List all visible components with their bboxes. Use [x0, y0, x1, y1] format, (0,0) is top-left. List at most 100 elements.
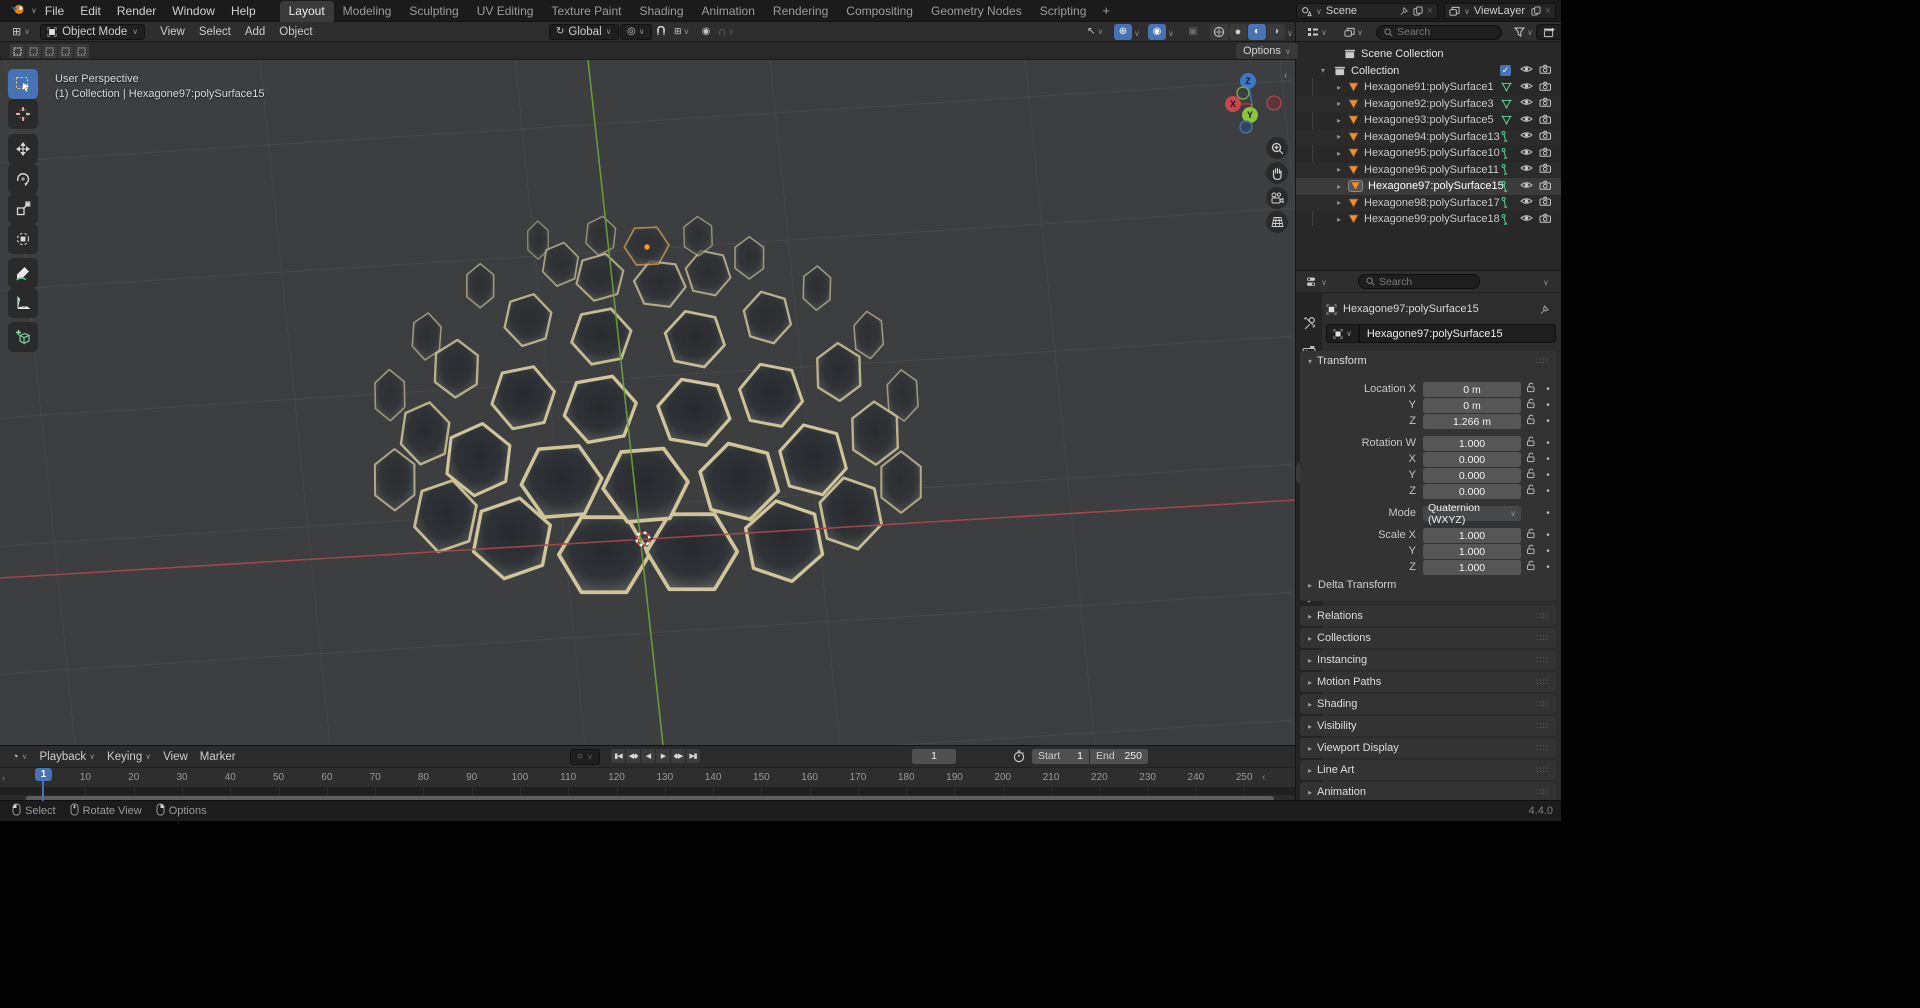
menu-window[interactable]: Window	[164, 0, 223, 22]
jump-to-start-button[interactable]: ▮◀	[611, 749, 625, 763]
outliner-search-input[interactable]: Search	[1376, 25, 1502, 40]
viewport-menu-select[interactable]: Select	[192, 26, 238, 38]
lock-icon[interactable]	[1526, 528, 1536, 542]
shading-dropdown[interactable]: ∨	[1287, 29, 1293, 38]
lock-icon[interactable]	[1526, 414, 1536, 428]
panel-collections[interactable]: ▸Collections ::::	[1300, 628, 1556, 648]
navigation-gizmo[interactable]: Z X Y	[1222, 66, 1286, 134]
disable-render-camera-icon[interactable]	[1539, 114, 1552, 127]
lock-icon[interactable]	[1526, 484, 1536, 498]
animate-dot[interactable]: •	[1543, 398, 1553, 413]
object-id-icon-button[interactable]: ∨	[1326, 324, 1359, 343]
show-overlays-toggle[interactable]: ◉	[1148, 24, 1166, 40]
disable-render-camera-icon[interactable]	[1539, 163, 1552, 176]
workspace-tab-shading[interactable]: Shading	[630, 1, 692, 22]
sidebar-collapse-arrow[interactable]: ‹	[1284, 70, 1287, 81]
panel-relations[interactable]: ▸Relations ::::	[1300, 606, 1556, 626]
outliner-filter-funnel-dropdown[interactable]: ∨	[1508, 24, 1539, 40]
panel-shading[interactable]: ▸Shading ::::	[1300, 694, 1556, 714]
play-button[interactable]: ▶	[656, 749, 670, 763]
animate-dot[interactable]: •	[1543, 544, 1553, 559]
animate-dot[interactable]: •	[1543, 382, 1553, 397]
properties-collapse-chevron[interactable]: ∨	[1543, 278, 1549, 287]
collapse-chevron-icon[interactable]: ▾	[1318, 66, 1328, 75]
mode-dropdown[interactable]: Object Mode∨	[40, 24, 145, 40]
transform-value-field[interactable]: 1.266 m	[1423, 414, 1521, 429]
workspace-tab-animation[interactable]: Animation	[693, 1, 764, 22]
transform-value-field[interactable]: 1.000	[1423, 528, 1521, 543]
transform-value-field[interactable]: 1.000	[1423, 544, 1521, 559]
select-mode-0[interactable]	[10, 44, 25, 58]
select-mode-2[interactable]	[42, 44, 57, 58]
viewport-options-button[interactable]: Options∨	[1236, 43, 1298, 59]
expand-chevron-icon[interactable]: ▸	[1334, 83, 1344, 92]
lock-icon[interactable]	[1526, 436, 1536, 450]
panel-drag-handle[interactable]: ::::	[1536, 611, 1549, 620]
transform-panel-header[interactable]: ▾ Transform	[1300, 351, 1556, 371]
jump-to-end-button[interactable]: ▶▮	[686, 749, 700, 763]
expand-chevron-icon[interactable]: ▸	[1334, 215, 1344, 224]
expand-chevron-icon[interactable]: ▸	[1334, 132, 1344, 141]
hide-eye-icon[interactable]	[1520, 114, 1533, 127]
lock-icon[interactable]	[1526, 560, 1536, 574]
pin-icon[interactable]	[1399, 6, 1409, 16]
workspace-tab-texture-paint[interactable]: Texture Paint	[542, 1, 630, 22]
object-name-input[interactable]: Hexagone97:polySurface15	[1359, 324, 1556, 343]
auto-keying-toggle[interactable]: ○∨	[570, 749, 600, 765]
tool-rotate[interactable]	[8, 164, 38, 194]
outliner-item[interactable]: ▸ Hexagone97:polySurface15	[1296, 178, 1561, 195]
disable-render-camera-icon[interactable]	[1539, 180, 1552, 193]
add-workspace-button[interactable]: +	[1095, 3, 1117, 18]
collection-row[interactable]: ▾ Collection ✓	[1296, 63, 1561, 80]
overlays-dropdown[interactable]: ∨	[1168, 29, 1174, 38]
timeline-menu-keying[interactable]: Keying∨	[101, 749, 157, 765]
menu-edit[interactable]: Edit	[72, 0, 109, 22]
panel-drag-handle[interactable]: ::::	[1536, 787, 1549, 796]
animate-dot[interactable]: •	[1543, 436, 1553, 451]
panel-drag-handle[interactable]: ::::	[1536, 743, 1549, 752]
disable-render-camera-icon[interactable]	[1539, 130, 1552, 143]
rotation-mode-dropdown[interactable]: Quaternion (WXYZ)∨	[1423, 506, 1521, 521]
tool-measure[interactable]	[8, 288, 38, 318]
select-mode-3[interactable]	[58, 44, 73, 58]
workspace-tab-geometry-nodes[interactable]: Geometry Nodes	[922, 1, 1031, 22]
properties-search-input[interactable]: Search	[1358, 274, 1480, 289]
transform-value-field[interactable]: 0 m	[1423, 382, 1521, 397]
blender-logo-icon[interactable]	[0, 2, 31, 20]
shading-material-preview-button[interactable]: ◐	[1248, 24, 1266, 40]
tool-cursor[interactable]	[8, 99, 38, 129]
hide-eye-icon[interactable]	[1520, 97, 1533, 110]
panel-motion-paths[interactable]: ▸Motion Paths ::::	[1300, 672, 1556, 692]
new-viewlayer-icon[interactable]	[1531, 6, 1541, 16]
animate-dot[interactable]: •	[1543, 468, 1553, 483]
panel-drag-handle[interactable]: ::::	[1536, 633, 1549, 642]
toggle-perspective-button[interactable]	[1266, 211, 1288, 233]
transform-value-field[interactable]: 0.000	[1423, 468, 1521, 483]
viewport-menu-object[interactable]: Object	[272, 26, 319, 38]
disable-render-camera-icon[interactable]	[1539, 81, 1552, 94]
hide-eye-icon[interactable]	[1520, 180, 1533, 193]
timeline-ruler[interactable]: › 10203040506070809010011012013014015016…	[0, 767, 1295, 787]
collection-checkbox[interactable]: ✓	[1500, 65, 1511, 76]
frame-start-field[interactable]: Start1	[1032, 749, 1089, 764]
panel-drag-handle[interactable]: ::::	[1536, 677, 1549, 686]
panel-instancing[interactable]: ▸Instancing ::::	[1300, 650, 1556, 670]
panel-drag-handle[interactable]: ::::	[1536, 356, 1549, 365]
select-mode-4[interactable]	[74, 44, 89, 58]
transform-value-field[interactable]: 1.000	[1423, 560, 1521, 575]
outliner-item[interactable]: ▸ Hexagone96:polySurface11	[1296, 162, 1561, 179]
timeline-editor-type-button[interactable]: ◔∨	[6, 749, 34, 765]
tool-move[interactable]	[8, 134, 38, 164]
snap-settings-dropdown[interactable]: ⊞∨	[668, 24, 695, 40]
hide-eye-icon[interactable]	[1520, 130, 1533, 143]
transform-value-field[interactable]: 0.000	[1423, 452, 1521, 467]
expand-chevron-icon[interactable]: ▸	[1334, 116, 1344, 125]
hide-eye-icon[interactable]	[1520, 81, 1533, 94]
transform-value-field[interactable]: 1.000	[1423, 436, 1521, 451]
outliner-item[interactable]: ▸ Hexagone93:polySurface5	[1296, 112, 1561, 129]
panel-drag-handle[interactable]: ::::	[1536, 699, 1549, 708]
animate-dot[interactable]: •	[1543, 484, 1553, 499]
panel-drag-handle[interactable]: ::::	[1536, 721, 1549, 730]
menu-help[interactable]: Help	[223, 0, 264, 22]
panel-drag-handle[interactable]: ::::	[1536, 655, 1549, 664]
